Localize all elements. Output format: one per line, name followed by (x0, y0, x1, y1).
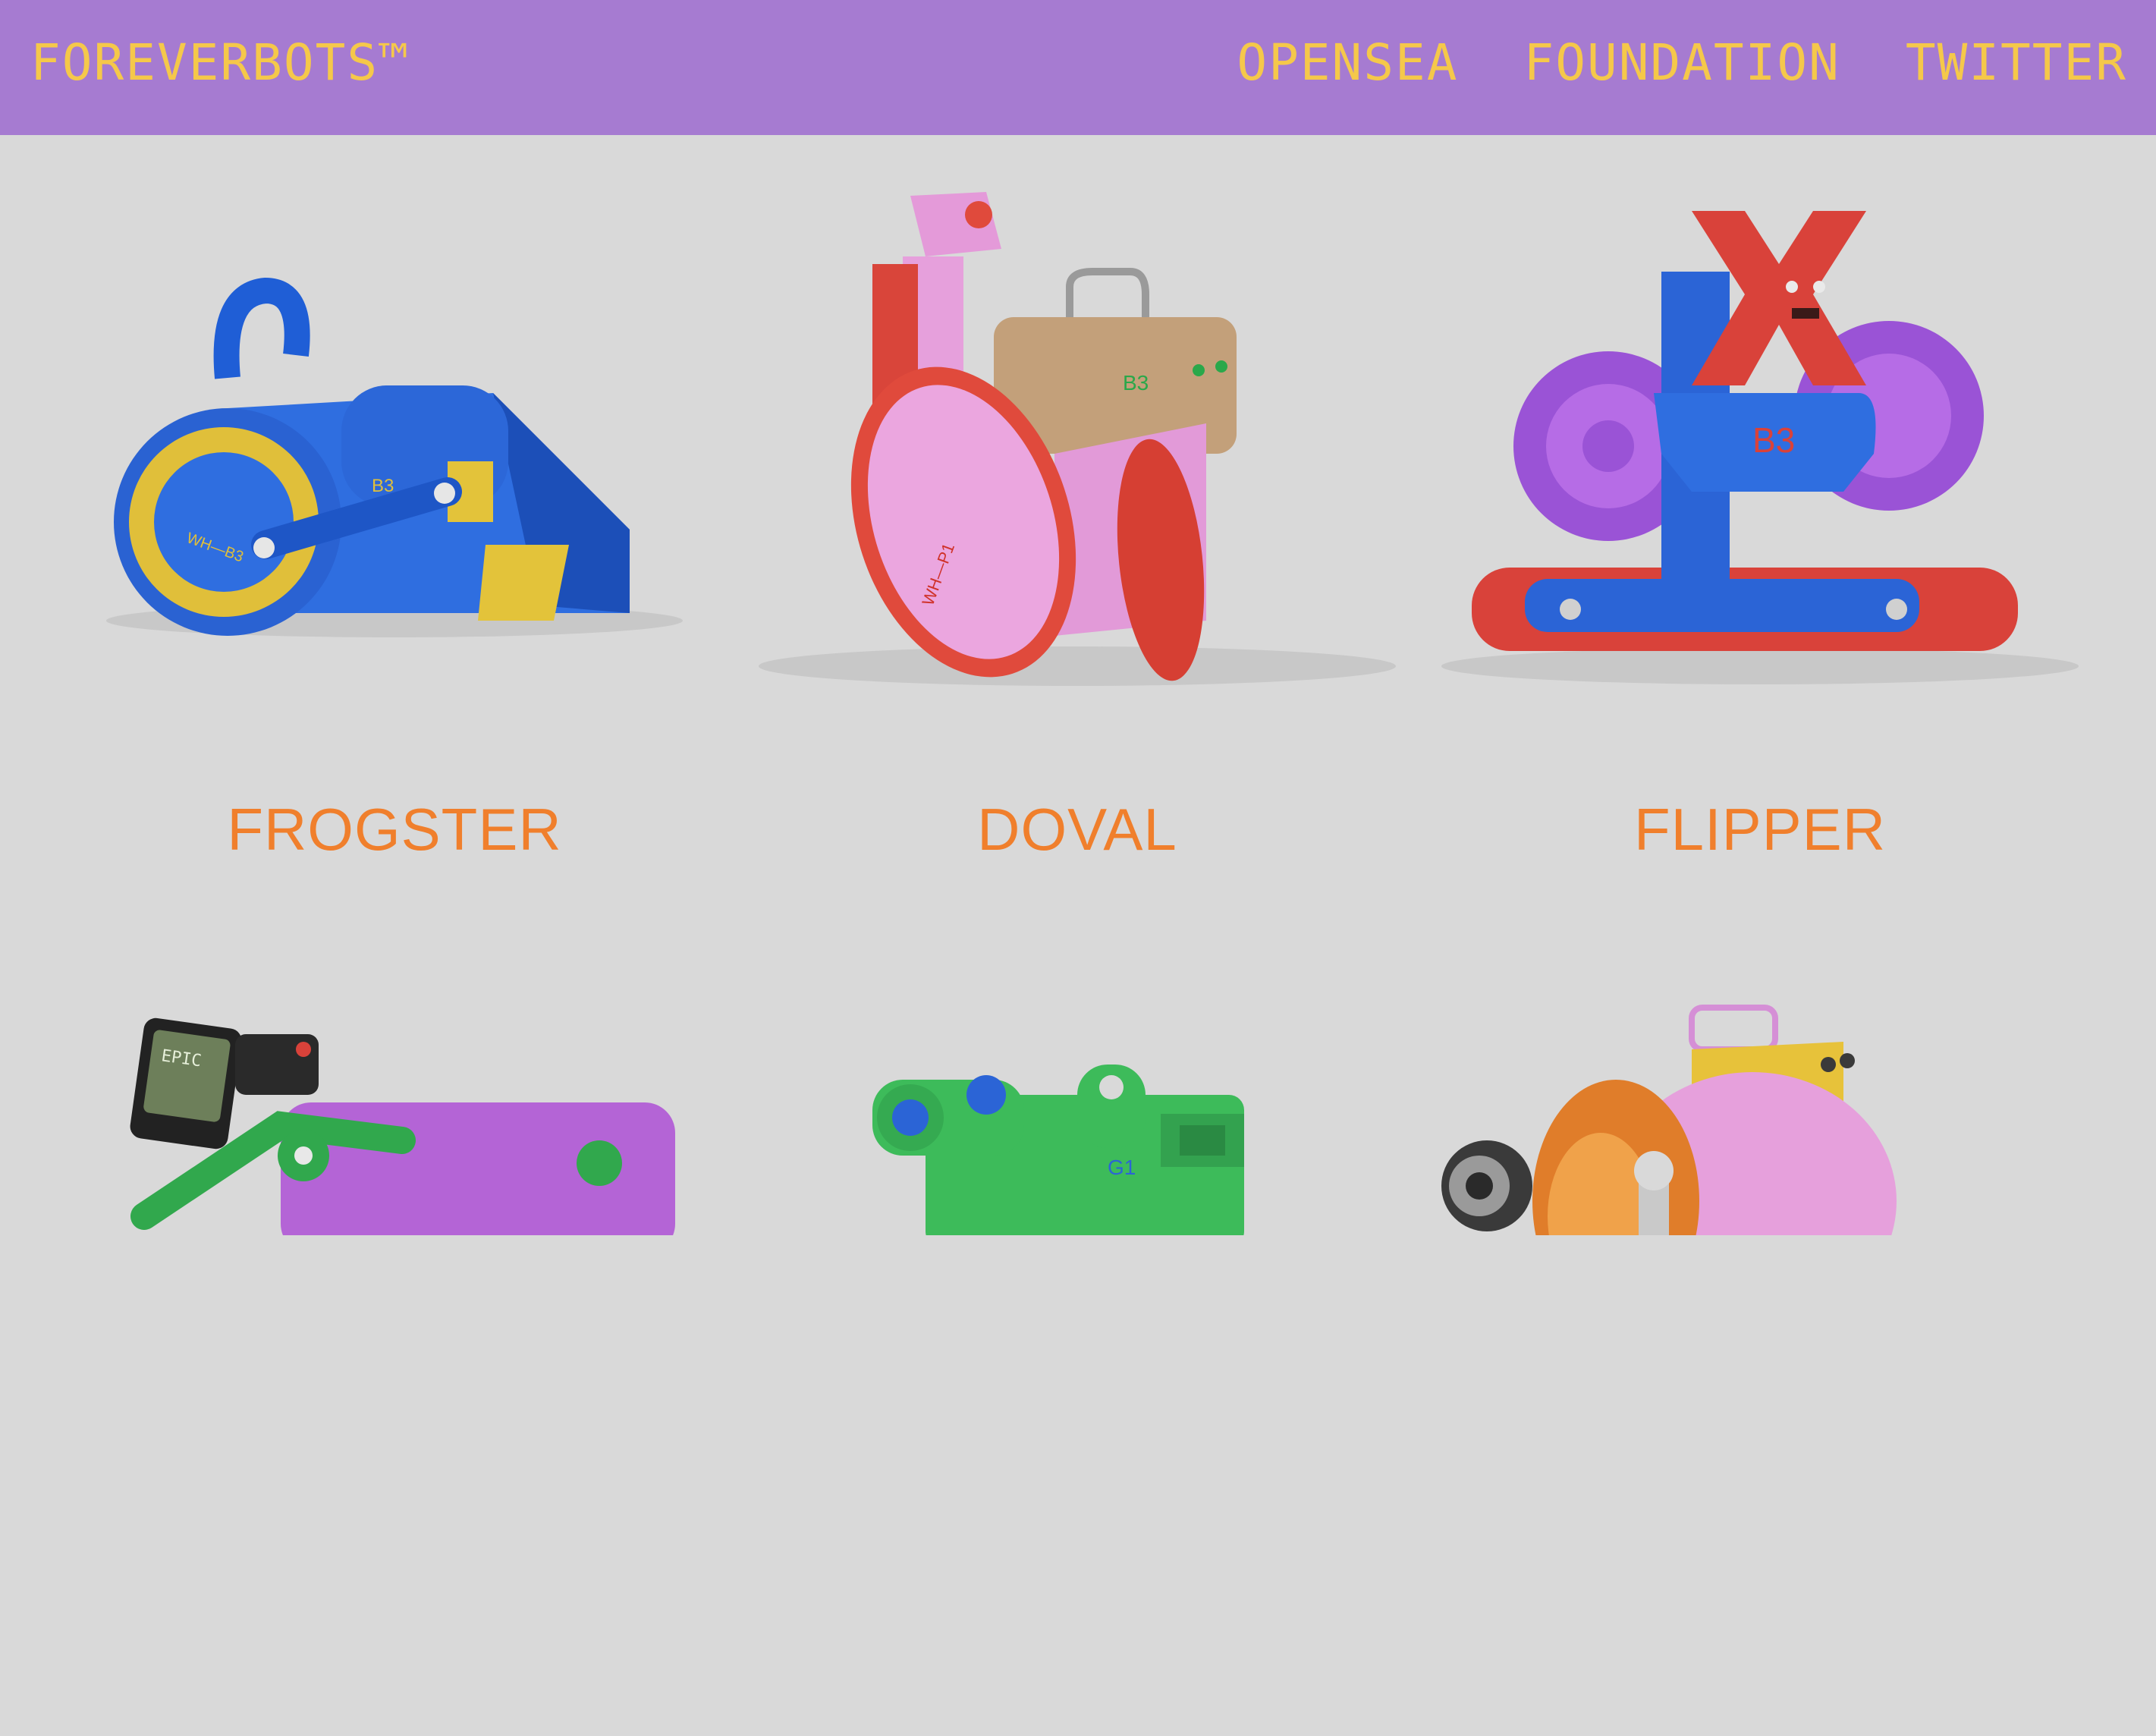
epic-robot-image: EPIC (130, 1017, 675, 1235)
main-nav: OPENSEA FOUNDATION TWITTER (1237, 33, 2127, 92)
green-robot-image: G1 (872, 1065, 1244, 1235)
top-nav-bar: FOREVERBOTS™ OPENSEA FOUNDATION TWITTER (0, 0, 2156, 135)
bot-card-pink-orange[interactable] (1419, 973, 2101, 1736)
bot-name-doval: DOVAL (977, 796, 1177, 863)
bot-card-frogster[interactable]: WH—B3 B3 FROGSTER (53, 135, 736, 898)
flipper-robot-image: B3 (1441, 211, 2079, 684)
bot-gallery-grid: WH—B3 B3 FROGSTER B3 WH—P1 DOVAL B3 FLIP… (0, 135, 2156, 1235)
pink-orange-robot-image (1441, 1005, 1897, 1235)
nav-opensea-link[interactable]: OPENSEA (1237, 33, 1458, 92)
bot-name-flipper: FLIPPER (1633, 796, 1887, 863)
brand-logo-link[interactable]: FOREVERBOTS™ (30, 33, 410, 92)
nav-foundation-link[interactable]: FOUNDATION (1523, 33, 1840, 92)
bot-card-doval[interactable]: B3 WH—P1 DOVAL (736, 135, 1419, 898)
doval-robot-image: B3 WH—P1 (759, 192, 1396, 686)
flipper-mark-text: B3 (1752, 420, 1795, 460)
bot-card-flipper[interactable]: B3 FLIPPER (1419, 135, 2101, 898)
frogster-mark-text: B3 (372, 476, 394, 496)
nav-twitter-link[interactable]: TWITTER (1906, 33, 2127, 92)
doval-mark-text: B3 (1123, 371, 1149, 395)
bot-name-frogster: FROGSTER (227, 796, 562, 863)
frogster-robot-image: WH—B3 B3 (106, 277, 683, 637)
green-bot-mark-text: G1 (1108, 1156, 1136, 1179)
bot-card-green[interactable]: G1 (736, 973, 1419, 1736)
bot-card-epic[interactable]: EPIC (53, 973, 736, 1736)
